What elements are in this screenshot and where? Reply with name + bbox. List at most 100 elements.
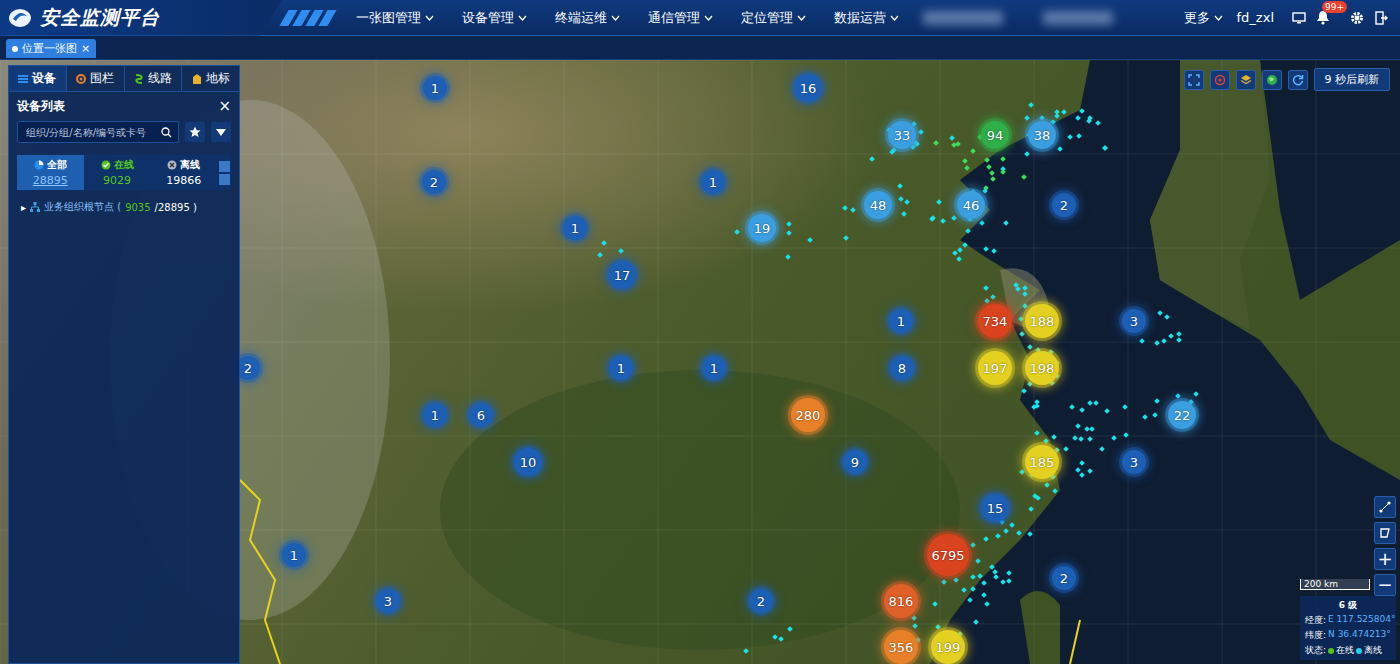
- measure-area-button[interactable]: [1374, 522, 1396, 544]
- nav-item[interactable]: 设备管理: [448, 0, 541, 36]
- device-cluster[interactable]: 280: [791, 398, 825, 432]
- device-cluster[interactable]: 9: [843, 450, 867, 474]
- monitor-icon[interactable]: [1292, 12, 1306, 24]
- panel-tab-label: 线路: [148, 70, 172, 87]
- stat-label: 在线: [114, 158, 134, 172]
- gear-icon[interactable]: [1350, 11, 1364, 25]
- status-stat[interactable]: 全部28895: [17, 155, 84, 190]
- device-cluster[interactable]: 1: [889, 309, 913, 333]
- scroll-up-icon[interactable]: [219, 161, 230, 172]
- map-tools: +−: [1374, 496, 1396, 596]
- notification-bell[interactable]: 99+: [1316, 10, 1332, 26]
- device-cluster[interactable]: 19: [748, 214, 776, 242]
- device-cluster[interactable]: 38: [1028, 121, 1056, 149]
- legend-item: 在线: [1328, 644, 1354, 657]
- status-stat[interactable]: 在线9029: [84, 155, 151, 190]
- main-nav: 一张图管理设备管理终端运维通信管理定位管理数据运营 更多: [342, 0, 1237, 36]
- device-cluster[interactable]: 1: [609, 356, 633, 380]
- basemap-button[interactable]: [1262, 70, 1282, 90]
- top-header: 安全监测平台一张图管理设备管理终端运维通信管理定位管理数据运营更多fd_zxl9…: [0, 0, 1400, 36]
- layers-button[interactable]: [1236, 70, 1256, 90]
- device-cluster[interactable]: 6795: [927, 534, 969, 576]
- device-cluster[interactable]: 6: [469, 403, 493, 427]
- cluster-count: 94: [987, 128, 1004, 143]
- device-cluster[interactable]: 2: [1052, 193, 1076, 217]
- cluster-count: 6795: [931, 548, 964, 563]
- nav-item[interactable]: 数据运营: [820, 0, 913, 36]
- device-cluster[interactable]: 816: [884, 584, 918, 618]
- dropdown-button[interactable]: [211, 122, 231, 142]
- device-cluster[interactable]: 46: [957, 191, 985, 219]
- device-cluster[interactable]: 3: [1122, 450, 1146, 474]
- stat-label-row: 在线: [101, 158, 134, 172]
- page-tab[interactable]: 位置一张图×: [6, 39, 96, 58]
- device-cluster[interactable]: 2: [749, 589, 773, 613]
- cluster-count: 198: [1030, 361, 1055, 376]
- cluster-count: 3: [1130, 314, 1138, 329]
- device-cluster[interactable]: 185: [1025, 445, 1059, 479]
- tree-toggle[interactable]: ▸: [21, 202, 26, 213]
- refresh-button[interactable]: [1288, 70, 1308, 90]
- logout-icon[interactable]: [1374, 11, 1388, 25]
- device-cluster[interactable]: 199: [931, 630, 965, 664]
- favorite-button[interactable]: [185, 122, 205, 142]
- tree-node[interactable]: ▸业务组织根节点 (9035/28895 ): [9, 194, 239, 220]
- scroll-down-icon[interactable]: [219, 174, 230, 185]
- nav-item[interactable]: 一张图管理: [342, 0, 448, 36]
- device-cluster[interactable]: 356: [884, 630, 918, 664]
- device-cluster[interactable]: 48: [864, 191, 892, 219]
- nav-item[interactable]: 定位管理: [727, 0, 820, 36]
- search-icon[interactable]: [161, 127, 172, 138]
- device-cluster[interactable]: 2: [422, 170, 446, 194]
- route-icon: [134, 74, 144, 84]
- stat-label-row: 离线: [167, 158, 200, 172]
- fullscreen-button[interactable]: [1184, 70, 1204, 90]
- tab-close[interactable]: ×: [81, 42, 90, 55]
- cluster-count: 2: [757, 594, 765, 609]
- zoom-in-button[interactable]: +: [1374, 548, 1396, 570]
- device-cluster[interactable]: 3: [376, 589, 400, 613]
- zoom-out-button[interactable]: −: [1374, 574, 1396, 596]
- nav-item[interactable]: 通信管理: [634, 0, 727, 36]
- device-cluster[interactable]: 1: [282, 543, 306, 567]
- scale-bar: 200 km: [1300, 579, 1370, 590]
- device-cluster[interactable]: 22: [1168, 401, 1196, 429]
- nav-more[interactable]: 更多: [1170, 0, 1237, 36]
- device-cluster[interactable]: 734: [978, 304, 1012, 338]
- device-cluster[interactable]: 1: [702, 356, 726, 380]
- device-cluster[interactable]: 33: [888, 121, 916, 149]
- panel-tab[interactable]: 设备: [9, 66, 67, 91]
- device-cluster[interactable]: 17: [608, 261, 636, 289]
- device-cluster[interactable]: 2: [1052, 566, 1076, 590]
- device-cluster[interactable]: 1: [423, 403, 447, 427]
- status-stat[interactable]: 离线19866: [150, 155, 217, 190]
- device-cluster[interactable]: 1: [423, 76, 447, 100]
- panel-tab[interactable]: 地标: [182, 66, 239, 91]
- device-cluster[interactable]: 3: [1122, 309, 1146, 333]
- device-cluster[interactable]: 94: [981, 121, 1009, 149]
- device-cluster[interactable]: 1: [701, 170, 725, 194]
- cluster-count: 734: [983, 314, 1008, 329]
- panel-tab[interactable]: 线路: [125, 66, 183, 91]
- device-cluster[interactable]: 8: [890, 356, 914, 380]
- locate-button[interactable]: [1210, 70, 1230, 90]
- cluster-count: 33: [894, 128, 911, 143]
- device-cluster[interactable]: 1: [563, 216, 587, 240]
- device-cluster[interactable]: 197: [978, 351, 1012, 385]
- user-name[interactable]: fd_zxl: [1237, 10, 1274, 25]
- cluster-count: 188: [1030, 314, 1055, 329]
- device-cluster[interactable]: 15: [981, 494, 1009, 522]
- measure-line-button[interactable]: [1374, 496, 1396, 518]
- nav-item[interactable]: 终端运维: [541, 0, 634, 36]
- device-cluster[interactable]: 188: [1025, 304, 1059, 338]
- fence-icon: [76, 74, 86, 84]
- device-cluster[interactable]: 198: [1025, 351, 1059, 385]
- search-input[interactable]: [24, 126, 161, 139]
- latitude-value: N 36.474213°: [1328, 629, 1391, 642]
- device-cluster[interactable]: 16: [794, 74, 822, 102]
- panel-close[interactable]: ×: [218, 99, 231, 114]
- device-panel: 设备围栏线路地标设备列表×全部28895在线9029离线19866▸业务组织根节…: [8, 65, 240, 664]
- map[interactable]: 1163394382148462119171734188311819719821…: [0, 60, 1400, 664]
- device-cluster[interactable]: 10: [514, 448, 542, 476]
- panel-tab[interactable]: 围栏: [67, 66, 125, 91]
